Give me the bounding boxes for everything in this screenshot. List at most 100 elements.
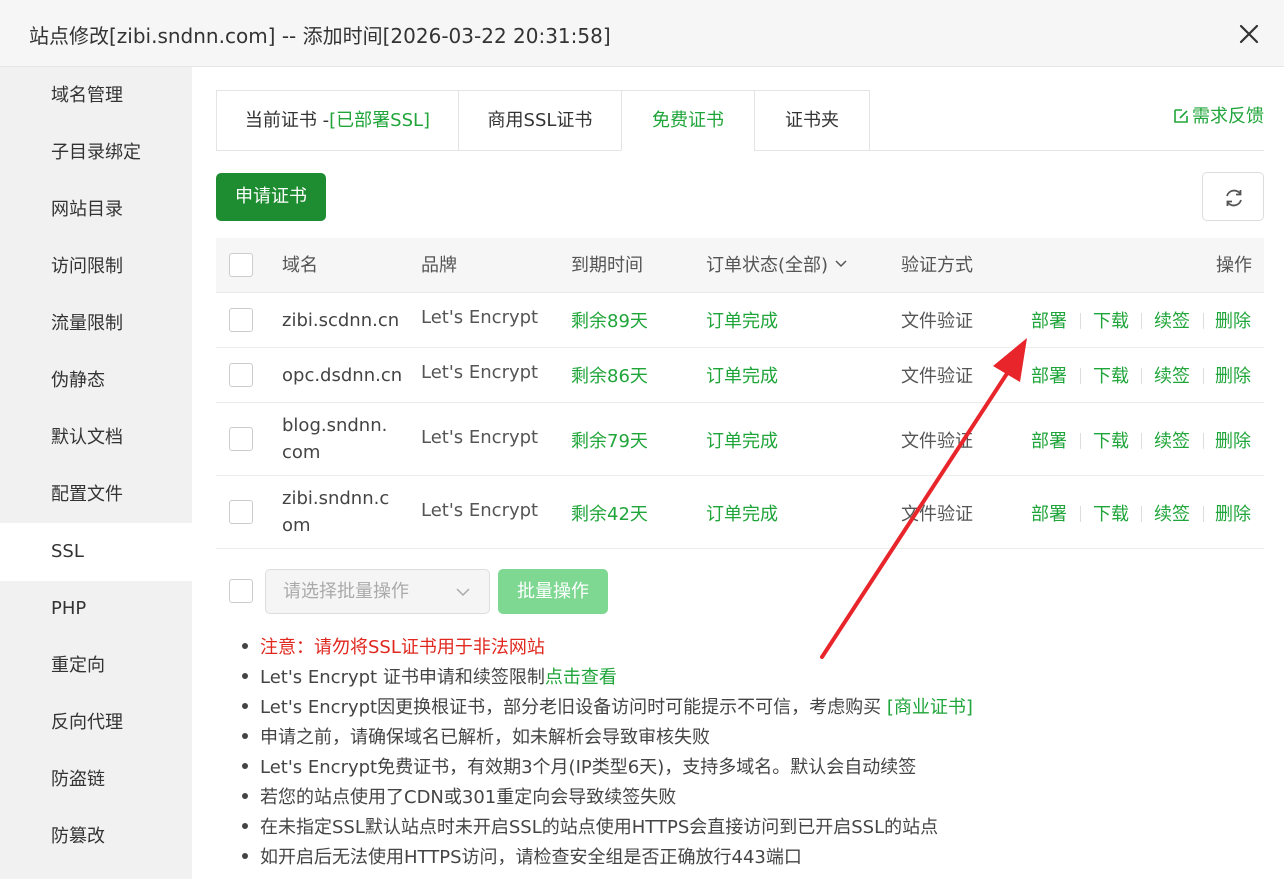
cell-domain: zibi.sndnn.com <box>282 488 390 536</box>
sidebar-item-hotlink[interactable]: 防盗链 <box>0 751 192 808</box>
sidebar-item-rewrite[interactable]: 伪静态 <box>0 352 192 409</box>
table-row: zibi.sndnn.com Let's Encrypt 剩余42天 订单完成 … <box>216 476 1264 549</box>
sidebar-item-config[interactable]: 配置文件 <box>0 466 192 523</box>
close-button[interactable] <box>1232 17 1266 51</box>
note-cdn: 若您的站点使用了CDN或301重定向会导致续签失败 <box>240 783 676 809</box>
chevron-down-icon <box>456 588 470 597</box>
refresh-button[interactable] <box>1202 172 1264 221</box>
download-link[interactable]: 下载 <box>1093 500 1129 526</box>
delete-link[interactable]: 删除 <box>1215 427 1251 453</box>
cell-expire: 剩余86天 <box>571 366 648 387</box>
cell-verify: 文件验证 <box>901 311 973 332</box>
sidebar-item-site-dir[interactable]: 网站目录 <box>0 181 192 238</box>
cell-verify: 文件验证 <box>901 366 973 387</box>
cell-expire: 剩余89天 <box>571 311 648 332</box>
table-row: zibi.scdnn.cn Let's Encrypt 剩余89天 订单完成 文… <box>216 293 1264 348</box>
sidebar-item-subdir[interactable]: 子目录绑定 <box>0 124 192 181</box>
row-checkbox[interactable] <box>229 363 253 387</box>
cell-domain: zibi.scdnn.cn <box>282 310 400 331</box>
action-separator <box>1141 506 1142 522</box>
commercial-cert-link[interactable]: [商业证书] <box>887 697 973 718</box>
action-separator <box>1141 313 1142 329</box>
action-separator <box>1203 433 1204 449</box>
cell-domain: opc.dsdnn.cn <box>282 365 403 386</box>
note-limit: Let's Encrypt 证书申请和续签限制点击查看 <box>240 663 617 689</box>
batch-action-button[interactable]: 批量操作 <box>498 569 608 614</box>
tab-commercial-ssl[interactable]: 商用SSL证书 <box>458 90 622 151</box>
delete-link[interactable]: 删除 <box>1215 362 1251 388</box>
sidebar-item-reverse-proxy[interactable]: 反向代理 <box>0 694 192 751</box>
action-separator <box>1141 368 1142 384</box>
renew-link[interactable]: 续签 <box>1154 427 1190 453</box>
sidebar-item-redirect[interactable]: 重定向 <box>0 637 192 694</box>
cell-expire: 剩余79天 <box>571 431 648 452</box>
note-port: 如开启后无法使用HTTPS访问，请检查安全组是否正确放行443端口 <box>240 843 802 869</box>
cell-status: 订单完成 <box>706 504 778 525</box>
header-status-filter[interactable]: 订单状态(全部) <box>706 238 848 293</box>
sidebar-item-access-limit[interactable]: 访问限制 <box>0 238 192 295</box>
row-checkbox[interactable] <box>229 308 253 332</box>
cell-status: 订单完成 <box>706 311 778 332</box>
chevron-down-icon <box>835 260 847 268</box>
feedback-label: 需求反馈 <box>1192 106 1264 127</box>
cell-brand: Let's Encrypt <box>421 427 539 448</box>
note-limit-text: Let's Encrypt 证书申请和续签限制 <box>260 667 545 688</box>
sidebar-item-php[interactable]: PHP <box>0 580 192 637</box>
deploy-link[interactable]: 部署 <box>1031 427 1067 453</box>
cell-status: 订单完成 <box>706 431 778 452</box>
sidebar-item-default-doc[interactable]: 默认文档 <box>0 409 192 466</box>
action-separator <box>1080 368 1081 384</box>
cell-brand: Let's Encrypt <box>421 307 539 328</box>
renew-link[interactable]: 续签 <box>1154 307 1190 333</box>
batch-action-select[interactable]: 请选择批量操作 <box>265 569 490 614</box>
cell-expire: 剩余42天 <box>571 504 648 525</box>
feedback-link[interactable]: 需求反馈 <box>1172 102 1264 128</box>
deploy-link[interactable]: 部署 <box>1031 500 1067 526</box>
delete-link[interactable]: 删除 <box>1215 307 1251 333</box>
renew-link[interactable]: 续签 <box>1154 500 1190 526</box>
sidebar-item-domain[interactable]: 域名管理 <box>0 67 192 124</box>
deploy-link[interactable]: 部署 <box>1031 362 1067 388</box>
deploy-link[interactable]: 部署 <box>1031 307 1067 333</box>
tab-current-status: [已部署SSL] <box>329 110 431 131</box>
delete-link[interactable]: 删除 <box>1215 500 1251 526</box>
sidebar: 域名管理 子目录绑定 网站目录 访问限制 流量限制 伪静态 默认文档 配置文件 … <box>0 67 192 879</box>
cell-verify: 文件验证 <box>901 431 973 452</box>
view-limit-link[interactable]: 点击查看 <box>545 667 617 688</box>
refresh-icon <box>1226 189 1242 207</box>
sidebar-item-traffic-limit[interactable]: 流量限制 <box>0 295 192 352</box>
action-separator <box>1080 313 1081 329</box>
sidebar-item-ssl[interactable]: SSL <box>0 523 192 581</box>
header-verify: 验证方式 <box>901 255 973 276</box>
header-brand: 品牌 <box>421 255 457 276</box>
note-root-text: Let's Encrypt因更换根证书，部分老旧设备访问时可能提示不可信，考虑购… <box>260 697 887 718</box>
sidebar-item-tamper[interactable]: 防篡改 <box>0 808 192 865</box>
action-separator <box>1141 433 1142 449</box>
close-icon <box>1239 24 1259 44</box>
cell-verify: 文件验证 <box>901 504 973 525</box>
table-row: blog.sndnn.com Let's Encrypt 剩余79天 订单完成 … <box>216 403 1264 476</box>
dialog-title: 站点修改[zibi.sndnn.com] -- 添加时间[2026-03-22 … <box>29 24 611 48</box>
row-checkbox[interactable] <box>229 500 253 524</box>
batch-select-all-checkbox[interactable] <box>229 579 253 603</box>
tab-cert-folder[interactable]: 证书夹 <box>754 90 870 151</box>
note-validity: Let's Encrypt免费证书，有效期3个月(IP类型6天)，支持多域名。默… <box>240 753 916 779</box>
renew-link[interactable]: 续签 <box>1154 362 1190 388</box>
note-https-default: 在未指定SSL默认站点时未开启SSL的站点使用HTTPS会直接访问到已开启SSL… <box>240 813 938 839</box>
action-separator <box>1080 506 1081 522</box>
tab-free-cert[interactable]: 免费证书 <box>621 90 755 151</box>
cell-brand: Let's Encrypt <box>421 500 539 521</box>
download-link[interactable]: 下载 <box>1093 362 1129 388</box>
cell-status: 订单完成 <box>706 366 778 387</box>
download-link[interactable]: 下载 <box>1093 427 1129 453</box>
apply-cert-button[interactable]: 申请证书 <box>216 173 326 221</box>
select-all-checkbox[interactable] <box>229 253 253 277</box>
table-row: opc.dsdnn.cn Let's Encrypt 剩余86天 订单完成 文件… <box>216 348 1264 403</box>
row-checkbox[interactable] <box>229 427 253 451</box>
cell-brand: Let's Encrypt <box>421 362 539 383</box>
note-resolve: 申请之前，请确保域名已解析，如未解析会导致审核失败 <box>240 723 710 749</box>
tab-current-cert[interactable]: 当前证书 -[已部署SSL] <box>216 90 459 151</box>
download-link[interactable]: 下载 <box>1093 307 1129 333</box>
batch-select-placeholder: 请选择批量操作 <box>283 581 409 602</box>
action-separator <box>1203 368 1204 384</box>
